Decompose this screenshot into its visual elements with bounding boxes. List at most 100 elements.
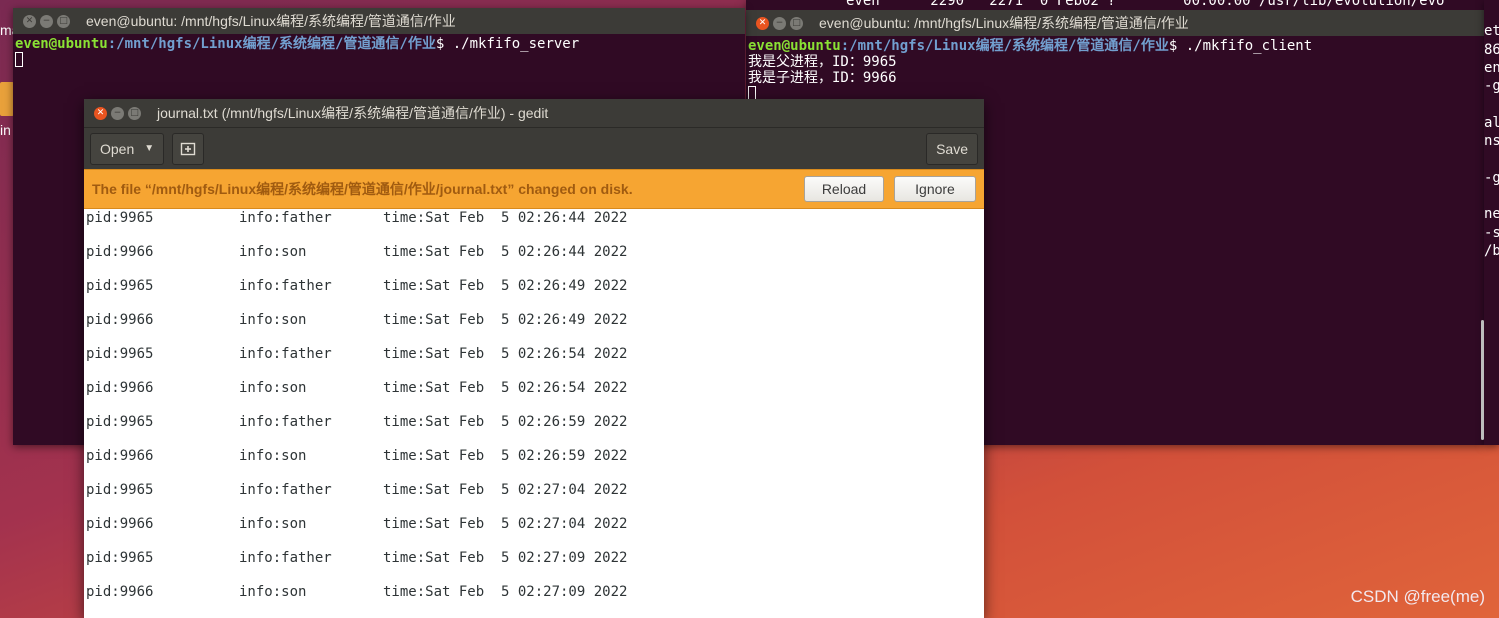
close-icon[interactable]: ✕ (94, 106, 107, 120)
fragment: -g (1484, 169, 1499, 186)
reload-button[interactable]: Reload (804, 176, 884, 202)
line-pid: pid:9965 (86, 346, 154, 362)
fragment: ne (1484, 206, 1499, 223)
window-title: even@ubuntu: /mnt/hgfs/Linux编程/系统编程/管道通信… (86, 13, 456, 29)
line-time: time:Sat Feb 5 02:26:54 2022 (383, 346, 628, 362)
text-line: pid:9965 info:father time:Sat Feb 5 02:26:… (86, 413, 966, 431)
title-bar[interactable]: ✕ − □ even@ubuntu: /mnt/hgfs/Linux编程/系统编… (746, 10, 1484, 36)
line-info: info:father (239, 278, 332, 294)
scrollbar[interactable] (1481, 320, 1484, 440)
command-text: $ ./mkfifo_client (1168, 38, 1313, 54)
fragment: /b (1484, 242, 1499, 259)
maximize-icon[interactable]: □ (128, 106, 141, 120)
open-label: Open (100, 140, 135, 157)
open-button[interactable]: Open ▼ (90, 132, 165, 165)
new-document-button[interactable] (172, 132, 205, 165)
text-line: pid:9966 info:son time:Sat Feb 5 02:26:44 … (86, 243, 966, 261)
terminal-top-output: even 2290 2271 0 Feb02 ? 00:00:00 /usr/l… (846, 0, 1445, 9)
line-info: info:father (239, 482, 332, 498)
line-info: info:father (239, 346, 332, 362)
line-info: info:father (239, 210, 332, 226)
text-line: pid:9966 info:son time:Sat Feb 5 02:26:54 … (86, 379, 966, 397)
gedit-window[interactable]: ✕ − □ journal.txt (/mnt/hgfs/Linux编程/系统编… (84, 99, 984, 618)
folder-icon[interactable] (0, 82, 14, 116)
line-time: time:Sat Feb 5 02:27:04 2022 (383, 516, 628, 532)
window-title: even@ubuntu: /mnt/hgfs/Linux编程/系统编程/管道通信… (819, 15, 1189, 31)
text-line: pid:9965 info:father time:Sat Feb 5 02:26:… (86, 209, 966, 227)
fragment: -s (1484, 224, 1499, 241)
maximize-icon[interactable]: □ (57, 14, 70, 28)
text-line: pid:9965 info:father time:Sat Feb 5 02:26:… (86, 277, 966, 295)
terminal-window-partial[interactable]: et 86 en -g al ns -g ne -s /b (1484, 0, 1499, 445)
text-line: pid:9965 info:father time:Sat Feb 5 02:26:… (86, 345, 966, 363)
line-pid: pid:9966 (86, 244, 154, 260)
maximize-icon[interactable]: □ (790, 16, 803, 30)
infobar: The file “/mnt/hgfs/Linux编程/系统编程/管道通信/作业… (84, 169, 984, 209)
terminal-fragments: et 86 en -g al ns -g ne -s /b (1484, 0, 1499, 260)
output-line: 我是父进程，ID：9965 (748, 54, 897, 70)
ignore-button[interactable]: Ignore (894, 176, 976, 202)
fragment: et (1484, 23, 1499, 40)
minimize-icon[interactable]: − (40, 14, 53, 28)
line-time: time:Sat Feb 5 02:27:09 2022 (383, 550, 628, 566)
line-time: time:Sat Feb 5 02:26:59 2022 (383, 448, 628, 464)
line-info: info:son (239, 516, 307, 532)
line-info: info:son (239, 380, 307, 396)
line-time: time:Sat Feb 5 02:26:54 2022 (383, 380, 628, 396)
text-line: pid:9966 info:son time:Sat Feb 5 02:26:49 … (86, 311, 966, 329)
line-time: time:Sat Feb 5 02:26:49 2022 (383, 312, 628, 328)
line-info: info:father (239, 550, 332, 566)
line-pid: pid:9966 (86, 312, 154, 328)
desktop-icon-label: in (0, 122, 11, 138)
line-time: time:Sat Feb 5 02:27:04 2022 (383, 482, 628, 498)
fragment: en (1484, 59, 1499, 76)
fragment: -g (1484, 78, 1499, 95)
title-bar[interactable]: ✕ − □ journal.txt (/mnt/hgfs/Linux编程/系统编… (84, 99, 984, 127)
chevron-down-icon: ▼ (144, 143, 155, 154)
line-pid: pid:9965 (86, 550, 154, 566)
infobar-message: The file “/mnt/hgfs/Linux编程/系统编程/管道通信/作业… (92, 181, 633, 197)
prompt-path: :/mnt/hgfs/Linux编程/系统编程/管道通信/作业 (107, 36, 436, 52)
line-pid: pid:9965 (86, 210, 154, 226)
line-pid: pid:9965 (86, 414, 154, 430)
line-info: info:son (239, 584, 307, 600)
window-title: journal.txt (/mnt/hgfs/Linux编程/系统编程/管道通信… (157, 105, 549, 121)
close-icon[interactable]: ✕ (756, 16, 769, 30)
text-cursor (15, 52, 23, 67)
title-bar[interactable]: ✕ − □ even@ubuntu: /mnt/hgfs/Linux编程/系统编… (13, 8, 745, 34)
line-pid: pid:9966 (86, 448, 154, 464)
line-time: time:Sat Feb 5 02:26:59 2022 (383, 414, 628, 430)
line-info: info:son (239, 244, 307, 260)
line-info: info:son (239, 448, 307, 464)
toolbar: Open ▼ Save (84, 127, 984, 169)
text-line: pid:9965 info:father time:Sat Feb 5 02:27:… (86, 549, 966, 567)
fragment: 86 (1484, 41, 1499, 58)
terminal-output: even@ubuntu:/mnt/hgfs/Linux编程/系统编程/管道通信/… (746, 36, 1484, 104)
prompt-user: even@ubuntu (748, 38, 841, 54)
prompt-path: :/mnt/hgfs/Linux编程/系统编程/管道通信/作业 (840, 38, 1169, 54)
line-pid: pid:9966 (86, 584, 154, 600)
watermark: CSDN @free(me) (1350, 587, 1485, 606)
line-time: time:Sat Feb 5 02:26:44 2022 (383, 210, 628, 226)
line-time: time:Sat Feb 5 02:26:49 2022 (383, 278, 628, 294)
line-time: time:Sat Feb 5 02:26:44 2022 (383, 244, 628, 260)
fragment: ns (1484, 133, 1499, 150)
text-line: pid:9966 info:son time:Sat Feb 5 02:27:04 … (86, 515, 966, 533)
minimize-icon[interactable]: − (773, 16, 786, 30)
text-line: pid:9965 info:father time:Sat Feb 5 02:27:… (86, 481, 966, 499)
line-pid: pid:9966 (86, 516, 154, 532)
text-editor[interactable]: pid:9965 info:father time:Sat Feb 5 02:26:… (84, 209, 984, 618)
new-tab-icon (180, 142, 196, 155)
minimize-icon[interactable]: − (111, 106, 124, 120)
fragment: al (1484, 114, 1499, 131)
command-text: $ ./mkfifo_server (435, 36, 580, 52)
save-button[interactable]: Save (926, 132, 978, 165)
line-pid: pid:9965 (86, 482, 154, 498)
line-info: info:father (239, 414, 332, 430)
line-time: time:Sat Feb 5 02:27:09 2022 (383, 584, 628, 600)
line-pid: pid:9966 (86, 380, 154, 396)
terminal-output: even@ubuntu:/mnt/hgfs/Linux编程/系统编程/管道通信/… (13, 34, 745, 70)
output-line: 我是子进程，ID：9966 (748, 70, 897, 86)
close-icon[interactable]: ✕ (23, 14, 36, 28)
line-pid: pid:9965 (86, 278, 154, 294)
